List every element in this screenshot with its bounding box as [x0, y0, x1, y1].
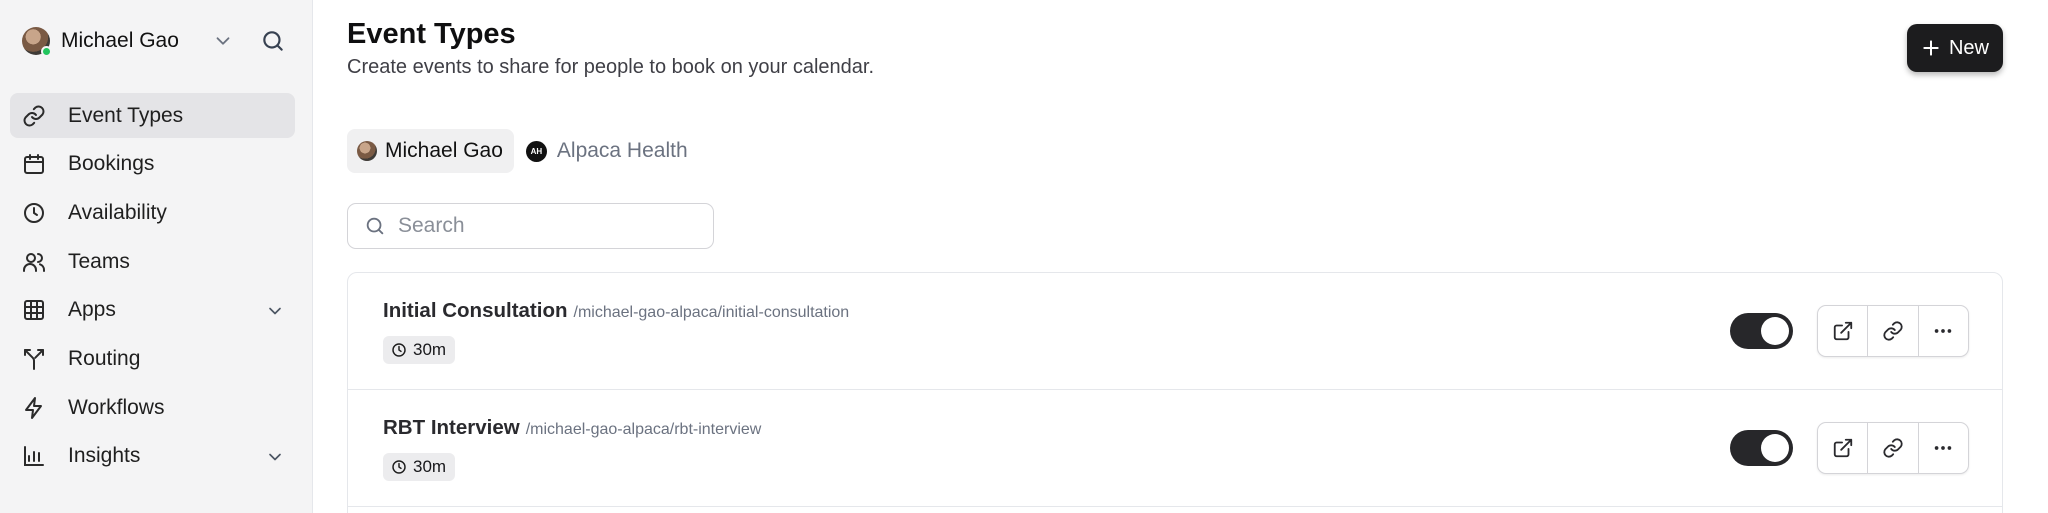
- list-item[interactable]: Initial Consultation /michael-gao-alpaca…: [348, 273, 2002, 390]
- sidebar-nav: Event Types Bookings Availability Teams: [10, 93, 295, 483]
- bar-chart-icon: [22, 444, 46, 468]
- search-box: [347, 203, 714, 249]
- event-name: RBT Interview: [383, 416, 520, 439]
- calendar-icon: [22, 152, 46, 176]
- list-item[interactable]: RBT Interview /michael-gao-alpaca/rbt-in…: [348, 390, 2002, 507]
- sidebar-item-label: Bookings: [68, 152, 155, 176]
- avatar: [357, 141, 377, 161]
- sidebar-item-label: Insights: [68, 444, 141, 468]
- external-link-icon: [1833, 438, 1852, 458]
- sidebar-item-label: Teams: [68, 249, 130, 273]
- users-icon: [22, 250, 46, 274]
- filter-michael-gao[interactable]: Michael Gao: [347, 129, 514, 173]
- copy-link-button[interactable]: [1867, 306, 1917, 356]
- duration-badge: 30m: [383, 336, 456, 364]
- sidebar-item-event-types[interactable]: Event Types: [10, 93, 295, 138]
- filter-alpaca-health[interactable]: AH Alpaca Health: [516, 129, 699, 173]
- event-types-list: Initial Consultation /michael-gao-alpaca…: [347, 272, 2003, 513]
- search-icon[interactable]: [260, 28, 286, 54]
- hidden-toggle[interactable]: [1730, 313, 1793, 349]
- sidebar-item-label: Availability: [68, 200, 167, 224]
- sidebar-item-label: Apps: [68, 298, 116, 322]
- filter-label: Alpaca Health: [556, 139, 688, 162]
- sidebar-item-label: Routing: [68, 346, 141, 370]
- external-link-icon: [1833, 321, 1852, 341]
- sidebar-item-workflows[interactable]: Workflows: [10, 385, 295, 430]
- chevron-down-icon[interactable]: [212, 30, 234, 52]
- toggle-knob: [1761, 317, 1789, 345]
- event-title: RBT Interview /michael-gao-alpaca/rbt-in…: [383, 416, 761, 440]
- event-title: Initial Consultation /michael-gao-alpaca…: [383, 299, 849, 323]
- duration-label: 30m: [413, 340, 447, 359]
- event-name: Initial Consultation: [383, 299, 568, 322]
- search-input[interactable]: [398, 214, 698, 238]
- link-icon: [1883, 438, 1903, 458]
- copy-link-button[interactable]: [1867, 423, 1917, 473]
- event-slug: /michael-gao-alpaca/initial-consultation: [573, 304, 850, 321]
- clock-icon: [392, 343, 406, 357]
- more-options-button[interactable]: [1917, 423, 1968, 473]
- team-logo: AH: [525, 140, 547, 162]
- user-name: Michael Gao: [61, 29, 179, 52]
- preview-button[interactable]: [1818, 306, 1867, 356]
- more-horizontal-icon: [1935, 329, 1952, 333]
- sidebar-item-insights[interactable]: Insights: [10, 434, 295, 479]
- sidebar-item-routing[interactable]: Routing: [10, 336, 295, 381]
- clock-icon: [392, 460, 406, 474]
- main-content: Event Types Create events to share for p…: [313, 0, 2048, 513]
- sidebar-item-teams[interactable]: Teams: [10, 239, 295, 284]
- sidebar: Michael Gao Event Types Bookings Availab…: [0, 0, 313, 513]
- sidebar-item-bookings[interactable]: Bookings: [10, 142, 295, 187]
- toggle-knob: [1761, 434, 1789, 462]
- avatar: [22, 27, 52, 57]
- zap-icon: [22, 396, 46, 420]
- chevron-down-icon[interactable]: [265, 301, 285, 321]
- more-options-button[interactable]: [1917, 306, 1968, 356]
- grid-icon: [22, 298, 46, 322]
- event-actions: [1817, 305, 1969, 357]
- page-title: Event Types: [347, 18, 516, 50]
- user-menu[interactable]: Michael Gao: [22, 26, 292, 57]
- split-icon: [22, 347, 46, 371]
- preview-button[interactable]: [1818, 423, 1867, 473]
- chevron-down-icon[interactable]: [265, 447, 285, 467]
- sidebar-item-label: Event Types: [68, 103, 184, 127]
- online-indicator: [41, 46, 52, 57]
- link-icon: [22, 104, 46, 128]
- hidden-toggle[interactable]: [1730, 430, 1793, 466]
- link-icon: [1883, 321, 1903, 341]
- app: Michael Gao Event Types Bookings Availab…: [0, 0, 2048, 513]
- sidebar-item-label: Workflows: [68, 395, 165, 419]
- new-button-label: New: [1948, 36, 1989, 59]
- plus-icon: [1923, 40, 1939, 56]
- duration-badge: 30m: [383, 453, 456, 481]
- new-event-type-button[interactable]: New: [1907, 24, 2003, 72]
- profile-filter-tabs: Michael Gao AH Alpaca Health: [347, 129, 699, 173]
- clock-icon: [22, 201, 46, 225]
- page-subtitle: Create events to share for people to boo…: [347, 56, 875, 78]
- sidebar-item-availability[interactable]: Availability: [10, 190, 295, 235]
- duration-label: 30m: [413, 457, 447, 476]
- more-horizontal-icon: [1935, 446, 1952, 450]
- filter-label: Michael Gao: [385, 139, 503, 162]
- event-actions: [1817, 422, 1969, 474]
- search-icon: [366, 217, 384, 235]
- sidebar-item-apps[interactable]: Apps: [10, 288, 295, 333]
- event-slug: /michael-gao-alpaca/rbt-interview: [525, 421, 762, 438]
